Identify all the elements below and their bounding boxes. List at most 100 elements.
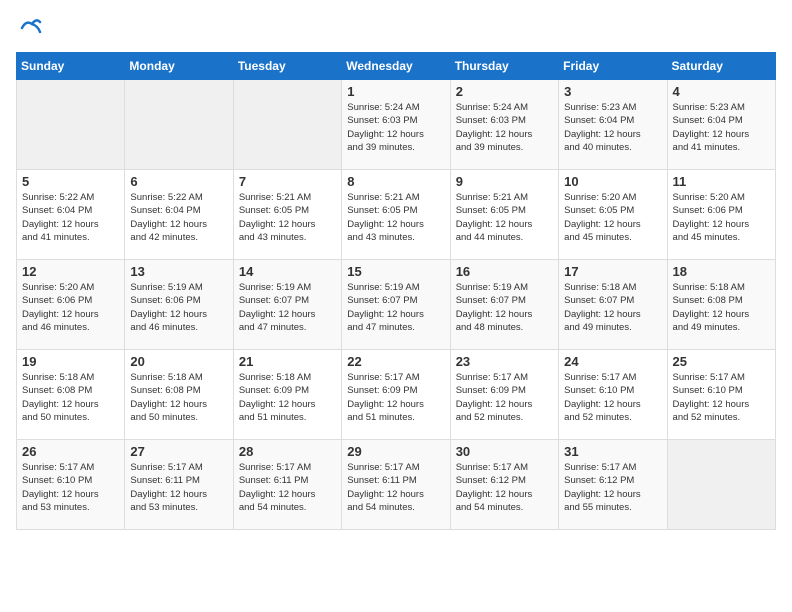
day-info: Sunrise: 5:19 AM Sunset: 6:07 PM Dayligh…	[347, 281, 444, 334]
day-info: Sunrise: 5:18 AM Sunset: 6:08 PM Dayligh…	[22, 371, 119, 424]
calendar-cell: 1Sunrise: 5:24 AM Sunset: 6:03 PM Daylig…	[342, 80, 450, 170]
calendar-week-row: 12 Sunrise: 5:20 AM Sunset: 6:06 PM Dayli…	[17, 260, 776, 350]
calendar-cell: 25 Sunrise: 5:17 AM Sunset: 6:10 PM Dayli…	[667, 350, 775, 440]
calendar-cell: 23 Sunrise: 5:17 AM Sunset: 6:09 PM Dayli…	[450, 350, 558, 440]
day-number: 12	[22, 264, 119, 279]
calendar-cell: 22 Sunrise: 5:17 AM Sunset: 6:09 PM Dayli…	[342, 350, 450, 440]
day-info: Sunrise: 5:18 AM Sunset: 6:07 PM Dayligh…	[564, 281, 661, 334]
day-number: 19	[22, 354, 119, 369]
day-number: 10	[564, 174, 661, 189]
day-header-sunday: Sunday	[17, 53, 125, 80]
calendar-cell: 20Sunrise: 5:18 AM Sunset: 6:08 PM Dayli…	[125, 350, 233, 440]
day-info: Sunrise: 5:23 AM Sunset: 6:04 PM Dayligh…	[673, 101, 770, 154]
calendar-cell: 17 Sunrise: 5:18 AM Sunset: 6:07 PM Dayli…	[559, 260, 667, 350]
calendar-cell: 13 Sunrise: 5:19 AM Sunset: 6:06 PM Dayli…	[125, 260, 233, 350]
calendar-cell: 10 Sunrise: 5:20 AM Sunset: 6:05 PM Dayli…	[559, 170, 667, 260]
day-number: 11	[673, 174, 770, 189]
calendar-cell: 11 Sunrise: 5:20 AM Sunset: 6:06 PM Dayli…	[667, 170, 775, 260]
day-info: Sunrise: 5:18 AM Sunset: 6:09 PM Dayligh…	[239, 371, 336, 424]
day-info: Sunrise: 5:21 AM Sunset: 6:05 PM Dayligh…	[239, 191, 336, 244]
calendar-cell: 26 Sunrise: 5:17 AM Sunset: 6:10 PM Dayli…	[17, 440, 125, 530]
day-number: 25	[673, 354, 770, 369]
day-number: 26	[22, 444, 119, 459]
calendar-cell: 30 Sunrise: 5:17 AM Sunset: 6:12 PM Dayli…	[450, 440, 558, 530]
day-info: Sunrise: 5:19 AM Sunset: 6:07 PM Dayligh…	[456, 281, 553, 334]
day-number: 31	[564, 444, 661, 459]
calendar-cell: 4 Sunrise: 5:23 AM Sunset: 6:04 PM Daylig…	[667, 80, 775, 170]
day-number: 5	[22, 174, 119, 189]
day-info: Sunrise: 5:17 AM Sunset: 6:12 PM Dayligh…	[456, 461, 553, 514]
day-info: Sunrise: 5:17 AM Sunset: 6:09 PM Dayligh…	[456, 371, 553, 424]
calendar-cell	[667, 440, 775, 530]
day-info: Sunrise: 5:22 AM Sunset: 6:04 PM Dayligh…	[130, 191, 227, 244]
day-info: Sunrise: 5:24 AM Sunset: 6:03 PM Dayligh…	[456, 101, 553, 154]
logo-icon	[18, 16, 42, 40]
calendar-cell: 6Sunrise: 5:22 AM Sunset: 6:04 PM Daylig…	[125, 170, 233, 260]
calendar-week-row: 1Sunrise: 5:24 AM Sunset: 6:03 PM Daylig…	[17, 80, 776, 170]
day-info: Sunrise: 5:19 AM Sunset: 6:07 PM Dayligh…	[239, 281, 336, 334]
day-info: Sunrise: 5:17 AM Sunset: 6:10 PM Dayligh…	[564, 371, 661, 424]
calendar-cell	[17, 80, 125, 170]
day-number: 8	[347, 174, 444, 189]
day-number: 14	[239, 264, 336, 279]
calendar-cell: 2 Sunrise: 5:24 AM Sunset: 6:03 PM Daylig…	[450, 80, 558, 170]
calendar-cell: 14 Sunrise: 5:19 AM Sunset: 6:07 PM Dayli…	[233, 260, 341, 350]
day-info: Sunrise: 5:20 AM Sunset: 6:05 PM Dayligh…	[564, 191, 661, 244]
page-header	[16, 16, 776, 40]
calendar-cell: 15 Sunrise: 5:19 AM Sunset: 6:07 PM Dayli…	[342, 260, 450, 350]
logo	[16, 16, 42, 40]
calendar-cell: 7Sunrise: 5:21 AM Sunset: 6:05 PM Daylig…	[233, 170, 341, 260]
calendar-cell: 5 Sunrise: 5:22 AM Sunset: 6:04 PM Daylig…	[17, 170, 125, 260]
day-info: Sunrise: 5:20 AM Sunset: 6:06 PM Dayligh…	[22, 281, 119, 334]
day-info: Sunrise: 5:20 AM Sunset: 6:06 PM Dayligh…	[673, 191, 770, 244]
calendar-cell: 24 Sunrise: 5:17 AM Sunset: 6:10 PM Dayli…	[559, 350, 667, 440]
day-header-friday: Friday	[559, 53, 667, 80]
calendar-week-row: 5 Sunrise: 5:22 AM Sunset: 6:04 PM Daylig…	[17, 170, 776, 260]
day-number: 3	[564, 84, 661, 99]
day-number: 17	[564, 264, 661, 279]
day-info: Sunrise: 5:17 AM Sunset: 6:11 PM Dayligh…	[347, 461, 444, 514]
calendar-cell: 18Sunrise: 5:18 AM Sunset: 6:08 PM Dayli…	[667, 260, 775, 350]
calendar-cell: 8 Sunrise: 5:21 AM Sunset: 6:05 PM Daylig…	[342, 170, 450, 260]
day-info: Sunrise: 5:17 AM Sunset: 6:09 PM Dayligh…	[347, 371, 444, 424]
day-number: 4	[673, 84, 770, 99]
day-number: 28	[239, 444, 336, 459]
day-number: 22	[347, 354, 444, 369]
day-info: Sunrise: 5:19 AM Sunset: 6:06 PM Dayligh…	[130, 281, 227, 334]
day-info: Sunrise: 5:22 AM Sunset: 6:04 PM Dayligh…	[22, 191, 119, 244]
day-number: 29	[347, 444, 444, 459]
day-number: 23	[456, 354, 553, 369]
day-number: 24	[564, 354, 661, 369]
day-info: Sunrise: 5:21 AM Sunset: 6:05 PM Dayligh…	[347, 191, 444, 244]
calendar-cell: 21 Sunrise: 5:18 AM Sunset: 6:09 PM Dayli…	[233, 350, 341, 440]
day-info: Sunrise: 5:17 AM Sunset: 6:12 PM Dayligh…	[564, 461, 661, 514]
calendar-cell: 27 Sunrise: 5:17 AM Sunset: 6:11 PM Dayli…	[125, 440, 233, 530]
calendar-week-row: 19 Sunrise: 5:18 AM Sunset: 6:08 PM Dayli…	[17, 350, 776, 440]
calendar-week-row: 26 Sunrise: 5:17 AM Sunset: 6:10 PM Dayli…	[17, 440, 776, 530]
day-number: 27	[130, 444, 227, 459]
calendar-cell	[233, 80, 341, 170]
day-number: 16	[456, 264, 553, 279]
day-info: Sunrise: 5:24 AM Sunset: 6:03 PM Dayligh…	[347, 101, 444, 154]
day-info: Sunrise: 5:17 AM Sunset: 6:11 PM Dayligh…	[239, 461, 336, 514]
day-number: 21	[239, 354, 336, 369]
day-header-thursday: Thursday	[450, 53, 558, 80]
day-info: Sunrise: 5:17 AM Sunset: 6:10 PM Dayligh…	[673, 371, 770, 424]
day-info: Sunrise: 5:17 AM Sunset: 6:10 PM Dayligh…	[22, 461, 119, 514]
day-info: Sunrise: 5:21 AM Sunset: 6:05 PM Dayligh…	[456, 191, 553, 244]
day-number: 2	[456, 84, 553, 99]
day-header-monday: Monday	[125, 53, 233, 80]
day-number: 9	[456, 174, 553, 189]
calendar-cell: 9 Sunrise: 5:21 AM Sunset: 6:05 PM Daylig…	[450, 170, 558, 260]
day-info: Sunrise: 5:17 AM Sunset: 6:11 PM Dayligh…	[130, 461, 227, 514]
calendar-header-row: SundayMondayTuesdayWednesdayThursdayFrid…	[17, 53, 776, 80]
day-number: 13	[130, 264, 227, 279]
calendar-cell: 19 Sunrise: 5:18 AM Sunset: 6:08 PM Dayli…	[17, 350, 125, 440]
day-header-wednesday: Wednesday	[342, 53, 450, 80]
calendar-cell: 12 Sunrise: 5:20 AM Sunset: 6:06 PM Dayli…	[17, 260, 125, 350]
calendar-table: SundayMondayTuesdayWednesdayThursdayFrid…	[16, 52, 776, 530]
day-number: 30	[456, 444, 553, 459]
day-info: Sunrise: 5:23 AM Sunset: 6:04 PM Dayligh…	[564, 101, 661, 154]
day-number: 15	[347, 264, 444, 279]
day-header-tuesday: Tuesday	[233, 53, 341, 80]
